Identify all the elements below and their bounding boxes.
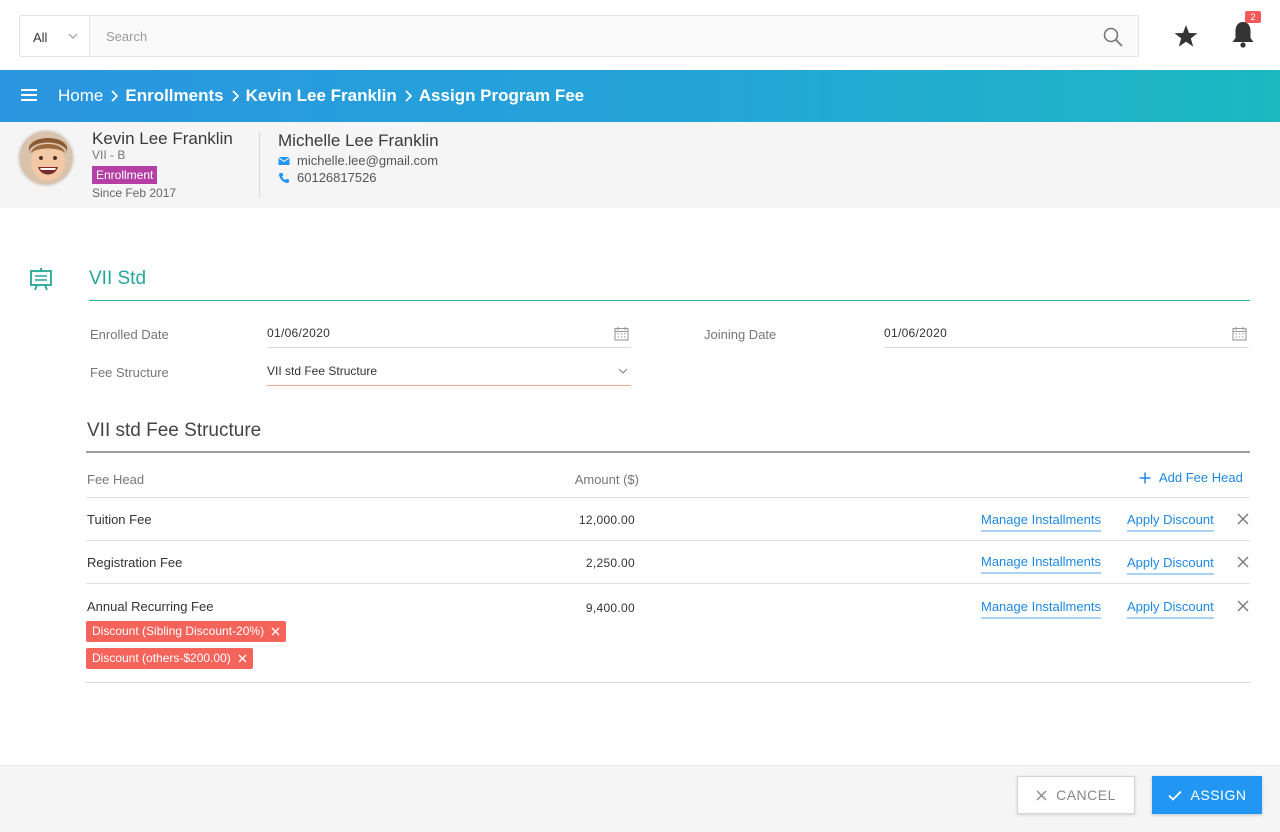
fee-row-name: Annual Recurring Fee: [87, 599, 214, 614]
discount-chip: Discount (others-$200.00): [86, 648, 253, 669]
discount-chip-label: Discount (Sibling Discount-20%): [92, 624, 265, 638]
parent-phone-text[interactable]: 60126817526: [297, 170, 377, 185]
star-icon[interactable]: [1173, 23, 1199, 49]
manage-installments-link[interactable]: Manage Installments: [981, 512, 1101, 532]
joining-date-field[interactable]: 01/06/2020: [884, 320, 1249, 348]
plus-icon: [1139, 472, 1151, 483]
close-icon[interactable]: [1237, 513, 1249, 525]
fee-structure-label: Fee Structure: [90, 365, 169, 380]
bell-icon[interactable]: [1229, 19, 1257, 49]
hamburger-menu-icon[interactable]: [20, 87, 38, 103]
check-icon: [1167, 790, 1182, 801]
search-icon[interactable]: [1102, 26, 1124, 48]
apply-discount-link[interactable]: Apply Discount: [1127, 512, 1214, 532]
fee-row-amount: 9,400.00: [585, 601, 635, 615]
joining-date-label: Joining Date: [704, 327, 777, 342]
notification-badge: 2: [1245, 11, 1261, 23]
fee-structure-divider: [86, 451, 1250, 453]
breadcrumb-student[interactable]: Kevin Lee Franklin: [246, 86, 397, 106]
action-footer: CANCEL ASSIGN: [0, 765, 1280, 832]
fee-row-name: Registration Fee: [87, 555, 183, 570]
apply-discount-link[interactable]: Apply Discount: [1127, 555, 1214, 575]
close-icon[interactable]: [1237, 600, 1249, 612]
breadcrumb-bar: Home Enrollments Kevin Lee Franklin Assi…: [0, 70, 1280, 122]
calendar-icon[interactable]: [614, 326, 629, 341]
search-scope-label: All: [33, 30, 48, 45]
parent-email-text[interactable]: michelle.lee@gmail.com: [297, 153, 438, 168]
parent-phone: 60126817526: [278, 170, 377, 185]
fee-row-amount: 12,000.00: [578, 513, 635, 527]
fee-row-name: Tuition Fee: [87, 512, 152, 527]
calendar-icon[interactable]: [1232, 326, 1247, 341]
breadcrumb: Home Enrollments Kevin Lee Franklin Assi…: [58, 86, 584, 106]
breadcrumb-enrollments[interactable]: Enrollments: [125, 86, 223, 106]
enrollment-since: Since Feb 2017: [92, 186, 177, 200]
assign-button-label: ASSIGN: [1190, 787, 1247, 803]
close-icon[interactable]: [1237, 556, 1249, 568]
student-name: Kevin Lee Franklin: [92, 129, 233, 148]
add-fee-head-label: Add Fee Head: [1159, 470, 1243, 485]
status-badge: Enrollment: [92, 166, 158, 184]
close-icon[interactable]: [271, 627, 280, 636]
table-row-divider: [86, 583, 1250, 584]
fee-row-amount: 2,250.00: [585, 556, 635, 570]
phone-icon: [279, 172, 289, 183]
close-icon: [1036, 790, 1047, 800]
parent-email: michelle.lee@gmail.com: [278, 153, 438, 168]
chevron-down-icon: [68, 33, 78, 39]
student-class: VII - B: [92, 148, 126, 162]
mail-icon: [278, 156, 290, 165]
search-input[interactable]: [92, 16, 1082, 56]
table-bottom-divider: [86, 682, 1250, 683]
manage-installments-link[interactable]: Manage Installments: [981, 599, 1101, 619]
chevron-right-icon: [103, 87, 125, 105]
discount-chip: Discount (Sibling Discount-20%): [86, 621, 287, 642]
fee-structure-title: VII std Fee Structure: [87, 420, 262, 441]
chevron-down-icon: [618, 368, 628, 374]
breadcrumb-home[interactable]: Home: [58, 86, 103, 106]
assign-button[interactable]: ASSIGN: [1152, 776, 1262, 814]
chevron-right-icon: [224, 87, 246, 105]
table-row-divider: [86, 540, 1250, 541]
fee-structure-select[interactable]: VII std Fee Structure: [267, 358, 631, 386]
close-icon[interactable]: [238, 654, 247, 663]
chevron-right-icon: [397, 87, 419, 105]
profile-divider: [259, 132, 260, 198]
top-bar: All 2: [0, 0, 1280, 70]
enrolled-date-label: Enrolled Date: [90, 327, 169, 342]
parent-name: Michelle Lee Franklin: [278, 131, 439, 150]
breadcrumb-current: Assign Program Fee: [418, 86, 585, 105]
enrolled-date-value: 01/06/2020: [267, 326, 331, 340]
enrolled-date-field[interactable]: 01/06/2020: [267, 320, 631, 348]
student-profile-strip: Kevin Lee Franklin VII - B Enrollment Si…: [0, 122, 1280, 208]
column-header-fee-head: Fee Head: [87, 472, 145, 487]
presentation-board-icon: [30, 268, 52, 291]
fee-structure-value: VII std Fee Structure: [267, 364, 378, 378]
section-title: VII Std: [89, 268, 147, 289]
column-header-amount: Amount ($): [574, 472, 639, 487]
cancel-button[interactable]: CANCEL: [1017, 776, 1135, 814]
joining-date-value: 01/06/2020: [884, 326, 948, 340]
avatar: [17, 129, 75, 187]
table-divider: [86, 497, 1250, 498]
search-box: All: [19, 15, 1139, 57]
section-divider: [89, 300, 1250, 301]
apply-discount-link[interactable]: Apply Discount: [1127, 599, 1214, 619]
manage-installments-link[interactable]: Manage Installments: [981, 554, 1101, 574]
search-scope-dropdown[interactable]: All: [20, 16, 90, 56]
discount-chip-label: Discount (others-$200.00): [92, 651, 231, 665]
add-fee-head-button[interactable]: Add Fee Head: [1139, 470, 1243, 485]
cancel-button-label: CANCEL: [1056, 787, 1116, 803]
